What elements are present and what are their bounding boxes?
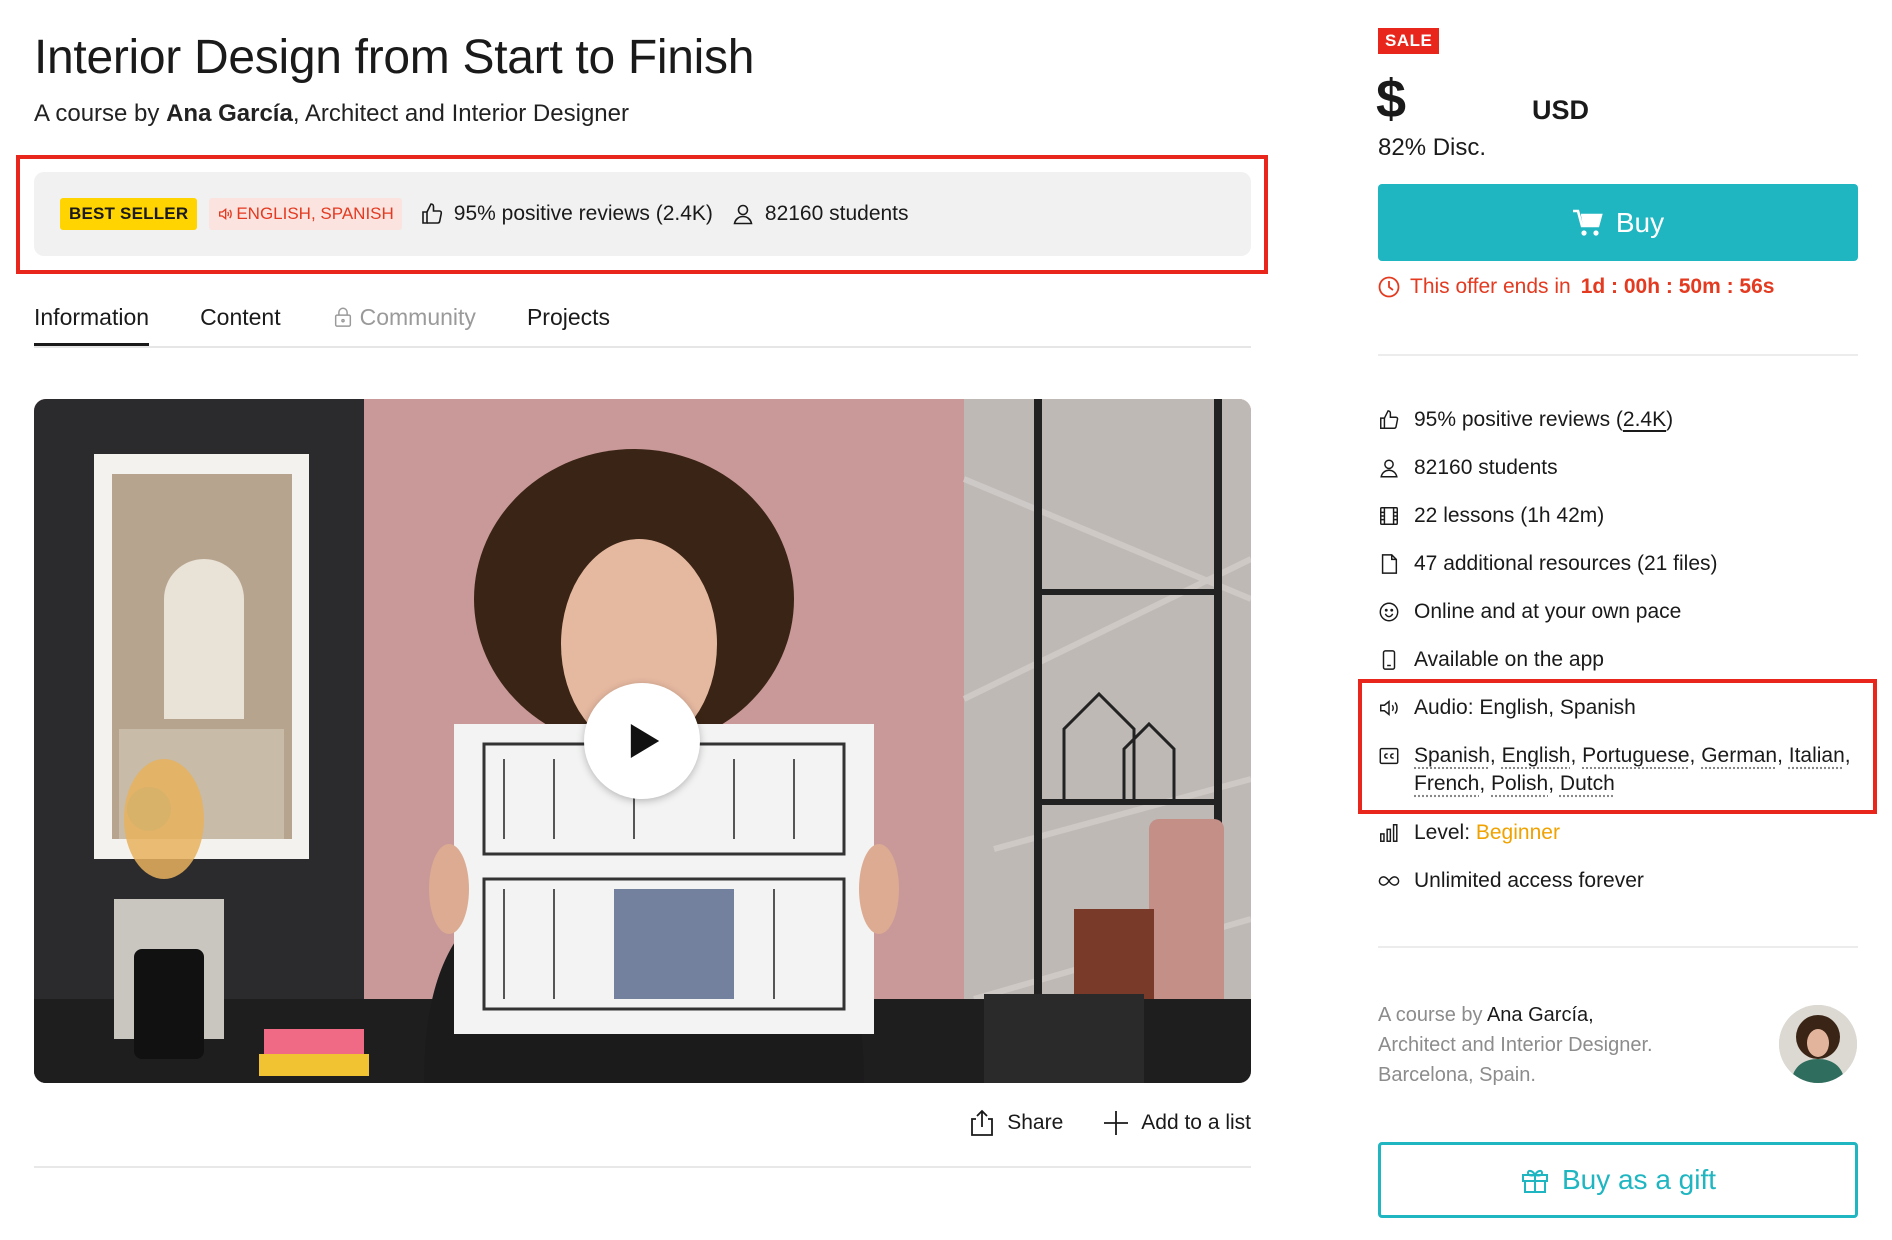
tab-projects-label: Projects bbox=[526, 304, 611, 330]
infinity-icon bbox=[1378, 876, 1400, 886]
feature-pace-text: Online and at your own pace bbox=[1414, 600, 1682, 623]
share-button[interactable]: Share bbox=[967, 1108, 1063, 1138]
bar-chart-icon bbox=[1380, 824, 1398, 842]
author-location: Barcelona, Spain. bbox=[1378, 1064, 1536, 1086]
course-video-player[interactable] bbox=[34, 399, 1251, 1083]
tab-information[interactable]: Information bbox=[34, 300, 150, 346]
meta-students-text: 82160 students bbox=[764, 202, 909, 225]
meta-reviews-text: 95% positive reviews (2.4K) bbox=[453, 202, 713, 225]
best-seller-badge: BEST SELLER bbox=[60, 198, 198, 230]
buy-button[interactable]: Buy bbox=[1378, 184, 1858, 261]
course-tabs: Information Content Community Projects bbox=[34, 300, 1251, 348]
play-icon bbox=[630, 724, 660, 758]
language-badge: ENGLISH, SPANISH bbox=[209, 198, 402, 230]
meta-students: 82160 students bbox=[731, 202, 909, 226]
author-prefix: A course by bbox=[1378, 1004, 1487, 1026]
file-icon bbox=[1381, 554, 1398, 574]
cart-icon bbox=[1572, 209, 1603, 236]
left-divider bbox=[34, 1166, 1251, 1168]
feature-access-text: Unlimited access forever bbox=[1414, 869, 1644, 892]
author-line-1: A course by Ana García, bbox=[1378, 1000, 1653, 1030]
feature-reviews-text: 95% positive reviews (2.4K) bbox=[1414, 406, 1673, 434]
thumbs-up-icon bbox=[1380, 410, 1399, 429]
author-name-link[interactable]: Ana García, bbox=[1487, 1004, 1594, 1026]
tab-community[interactable]: Community bbox=[332, 300, 476, 346]
discount-text: 82% Disc. bbox=[1378, 134, 1487, 161]
feature-pace: Online and at your own pace bbox=[1378, 598, 1858, 646]
tab-community-label: Community bbox=[359, 304, 476, 330]
course-meta-bar: BEST SELLER ENGLISH, SPANISH 95% positiv… bbox=[34, 172, 1251, 256]
lock-icon bbox=[334, 307, 351, 327]
buy-label: Buy bbox=[1615, 206, 1665, 238]
share-label: Share bbox=[1007, 1111, 1064, 1134]
feature-reviews: 95% positive reviews (2.4K) bbox=[1378, 406, 1858, 454]
share-icon bbox=[971, 1109, 994, 1136]
speaker-icon bbox=[219, 207, 233, 221]
avatar-image bbox=[1779, 1005, 1857, 1083]
right-divider-top bbox=[1378, 354, 1858, 356]
film-icon bbox=[1380, 507, 1398, 525]
highlight-box-languages bbox=[1358, 679, 1877, 814]
user-icon bbox=[733, 204, 753, 225]
sale-badge: SALE bbox=[1378, 28, 1440, 54]
reviews-count-link[interactable]: 2.4K bbox=[1623, 408, 1666, 431]
feature-reviews-close: ) bbox=[1666, 408, 1674, 431]
byline-author-name[interactable]: Ana García bbox=[166, 100, 293, 127]
level-label: Level: bbox=[1414, 821, 1476, 844]
author-avatar[interactable] bbox=[1779, 1005, 1857, 1083]
thumbs-up-icon bbox=[421, 203, 442, 224]
plus-icon bbox=[1104, 1111, 1129, 1135]
feature-access: Unlimited access forever bbox=[1378, 867, 1858, 915]
feature-lessons-text: 22 lessons (1h 42m) bbox=[1414, 504, 1605, 527]
feature-app-text: Available on the app bbox=[1414, 648, 1604, 671]
phone-icon bbox=[1382, 650, 1396, 670]
author-role: Architect and Interior Designer. bbox=[1378, 1034, 1653, 1056]
author-card: A course by Ana García, Architect and In… bbox=[1378, 1000, 1653, 1090]
right-divider-bottom bbox=[1378, 946, 1858, 948]
feature-reviews-prefix: 95% positive reviews ( bbox=[1414, 408, 1623, 431]
gift-label: Buy as a gift bbox=[1561, 1164, 1717, 1195]
offer-prefix: This offer ends in bbox=[1410, 275, 1571, 298]
byline-author-role: , Architect and Interior Designer bbox=[292, 100, 629, 127]
feature-lessons: 22 lessons (1h 42m) bbox=[1378, 502, 1858, 550]
course-byline: A course by Ana García, Architect and In… bbox=[34, 100, 629, 128]
feature-level-text: Level: Beginner bbox=[1414, 819, 1560, 847]
gift-icon bbox=[1521, 1169, 1548, 1193]
currency-code: USD bbox=[1532, 95, 1590, 125]
smile-icon bbox=[1379, 602, 1399, 622]
clock-icon bbox=[1378, 276, 1400, 298]
feature-level: Level: Beginner bbox=[1378, 819, 1858, 867]
level-value: Beginner bbox=[1475, 821, 1560, 844]
tab-projects[interactable]: Projects bbox=[527, 300, 610, 346]
course-title: Interior Design from Start to Finish bbox=[34, 31, 755, 84]
tab-content-label: Content bbox=[200, 304, 281, 330]
feature-students: 82160 students bbox=[1378, 454, 1858, 502]
add-to-list-label: Add to a list bbox=[1141, 1111, 1251, 1134]
meta-reviews: 95% positive reviews (2.4K) bbox=[420, 202, 713, 226]
price-symbol: $ bbox=[1376, 69, 1407, 129]
video-actions: Share Add to a list bbox=[34, 1108, 1251, 1138]
language-badge-text: ENGLISH, SPANISH bbox=[236, 204, 394, 223]
offer-timer: 1d : 00h : 50m : 56s bbox=[1580, 275, 1775, 298]
offer-countdown: This offer ends in 1d : 00h : 50m : 56s bbox=[1378, 275, 1774, 299]
byline-prefix: A course by bbox=[34, 100, 167, 127]
feature-resources: 47 additional resources (21 files) bbox=[1378, 550, 1858, 598]
feature-students-text: 82160 students bbox=[1414, 456, 1558, 479]
course-features-list: 95% positive reviews (2.4K) 82160 studen… bbox=[1378, 406, 1858, 915]
tab-content[interactable]: Content bbox=[200, 300, 281, 346]
tab-information-label: Information bbox=[34, 304, 150, 330]
add-to-list-button[interactable]: Add to a list bbox=[1101, 1108, 1251, 1138]
feature-resources-text: 47 additional resources (21 files) bbox=[1414, 552, 1718, 575]
buy-as-gift-button[interactable]: Buy as a gift bbox=[1378, 1142, 1858, 1218]
user-icon bbox=[1380, 459, 1398, 478]
play-button[interactable] bbox=[584, 683, 700, 799]
